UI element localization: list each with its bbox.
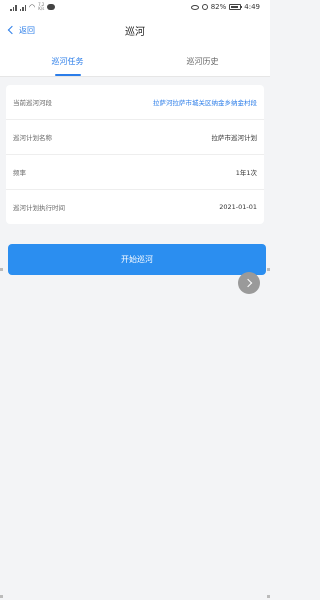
frequency-value: 1年1次	[235, 169, 257, 177]
status-right: 82% 4:49	[190, 3, 260, 11]
alarm-icon	[201, 4, 208, 10]
patrol-info-card: 当前巡河河段 拉萨河拉萨市城关区纳金乡纳金村段 巡河计划名称 拉萨市巡河计划 频…	[6, 85, 264, 224]
signal-icon-2	[19, 4, 26, 11]
tab-patrol-task[interactable]: 巡河任务	[0, 46, 135, 76]
page-title: 巡河	[125, 26, 145, 38]
plan-name-value: 拉萨市巡河计划	[211, 134, 258, 142]
signal-icon	[10, 4, 17, 11]
floating-next-button[interactable]	[238, 272, 260, 294]
network-speed-unit: K/s	[38, 6, 45, 11]
edge-marker-right	[267, 268, 270, 271]
start-patrol-button[interactable]: 开始巡河	[8, 244, 266, 275]
edge-marker-left	[0, 268, 3, 271]
tab-patrol-history[interactable]: 巡河历史	[135, 46, 270, 76]
nav-bar: 返回 巡河	[0, 14, 270, 46]
back-label: 返回	[19, 25, 35, 35]
status-left: ◠ 7.2 K/s	[10, 3, 56, 11]
clock-time: 4:49	[244, 3, 260, 11]
current-river-label: 当前巡河河段	[13, 99, 52, 107]
row-frequency: 频率 1年1次	[6, 155, 264, 190]
battery-icon	[229, 4, 243, 10]
plan-time-label: 巡河计划执行时间	[13, 204, 65, 212]
tab-bar: 巡河任务 巡河历史	[0, 46, 270, 77]
plan-name-label: 巡河计划名称	[13, 134, 52, 142]
current-river-value[interactable]: 拉萨河拉萨市城关区纳金乡纳金村段	[153, 97, 257, 107]
chevron-right-icon	[243, 278, 253, 288]
back-button[interactable]: 返回	[7, 14, 35, 46]
eye-icon	[190, 4, 199, 10]
row-plan-time: 巡河计划执行时间 2021-01-01	[6, 190, 264, 224]
edge-marker-bottom-left	[0, 595, 3, 598]
plan-time-value: 2021-01-01	[219, 203, 257, 211]
network-speed: 7.2 K/s	[38, 3, 44, 11]
message-icon	[47, 4, 56, 10]
edge-marker-bottom-right	[267, 595, 270, 598]
chevron-left-icon	[7, 25, 17, 35]
wifi-icon: ◠	[29, 3, 36, 11]
status-bar: ◠ 7.2 K/s 82% 4:49	[0, 0, 270, 14]
frequency-label: 频率	[13, 169, 26, 177]
row-plan-name: 巡河计划名称 拉萨市巡河计划	[6, 120, 264, 155]
row-current-river: 当前巡河河段 拉萨河拉萨市城关区纳金乡纳金村段	[6, 85, 264, 120]
battery-percent: 82%	[210, 3, 227, 11]
